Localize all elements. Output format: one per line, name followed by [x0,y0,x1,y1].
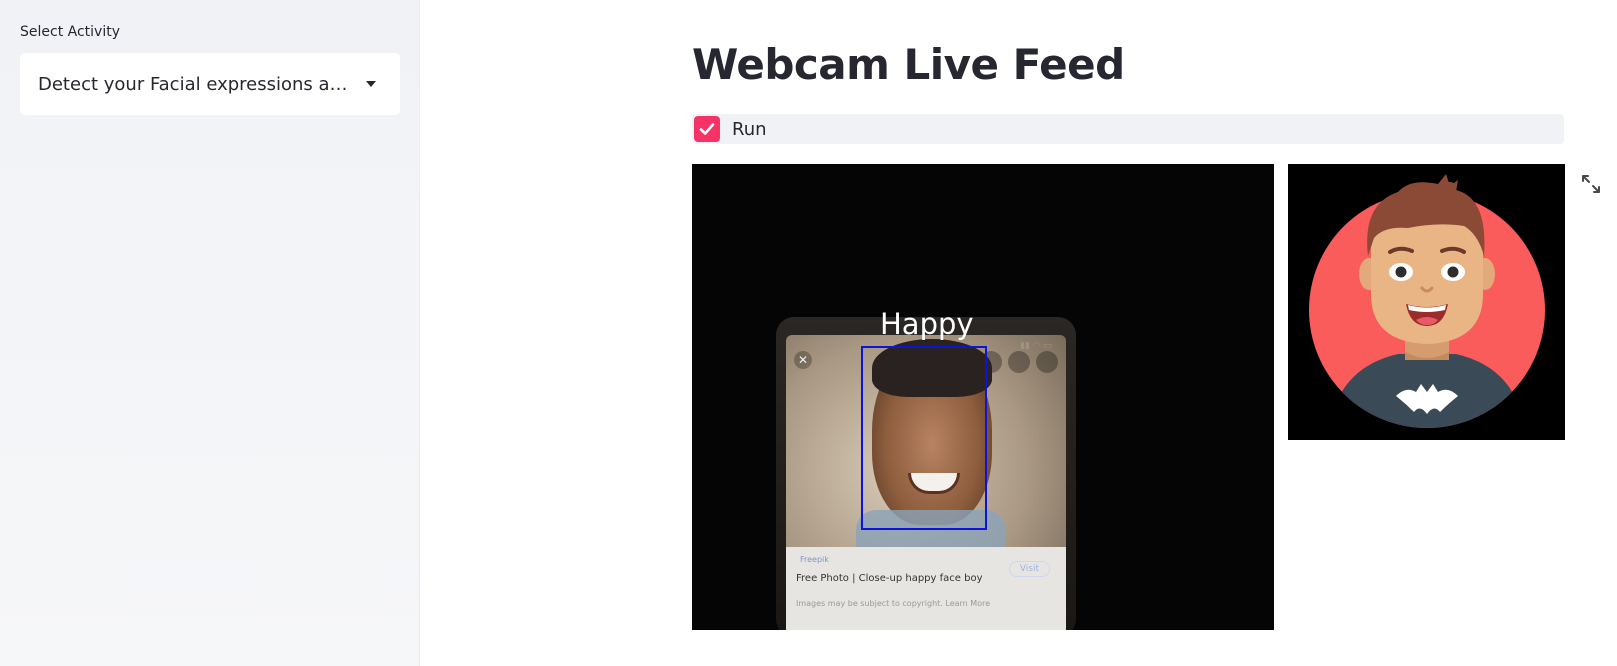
run-checkbox[interactable] [694,116,720,142]
webcam-feed: 9:13 PM ▮▮ ◠ ▭ ✕ Freepik Visit Free Phot… [692,164,1274,630]
phone-note: Images may be subject to copyright. Lear… [796,599,991,608]
face-detection-box [861,346,987,530]
phone-visit-button: Visit [1008,561,1050,577]
run-checkbox-label: Run [732,118,767,140]
expand-arrows-icon [1582,175,1600,193]
page-title: Webcam Live Feed [692,40,1125,89]
share-icon [1008,351,1030,373]
happy-boy-avatar-icon [1309,174,1545,428]
phone-source: Freepik [800,555,829,564]
phone-footer: Freepik Visit Free Photo | Close-up happ… [786,547,1066,630]
emotion-label: Happy [880,307,974,341]
phone-caption: Free Photo | Close-up happy face boy [796,573,983,584]
sidebar: Select Activity Detect your Facial expre… [0,0,420,666]
activity-select[interactable]: Detect your Facial expressions an... [20,53,400,115]
fullscreen-icon[interactable] [1580,173,1602,195]
select-activity-label: Select Activity [20,24,120,40]
bookmark-icon [1036,351,1058,373]
activity-select-value: Detect your Facial expressions an... [38,73,352,95]
chevron-down-icon [366,81,376,87]
phone-status-time: 9:13 PM [812,341,849,351]
phone-close-icon: ✕ [794,351,812,369]
phone-status-icons: ▮▮ ◠ ▭ [1020,341,1052,351]
checkmark-icon [699,123,715,135]
run-checkbox-row[interactable]: Run [692,114,1564,144]
app-root: Select Activity Detect your Facial expre… [0,0,1617,666]
emoji-avatar-panel [1288,164,1565,440]
